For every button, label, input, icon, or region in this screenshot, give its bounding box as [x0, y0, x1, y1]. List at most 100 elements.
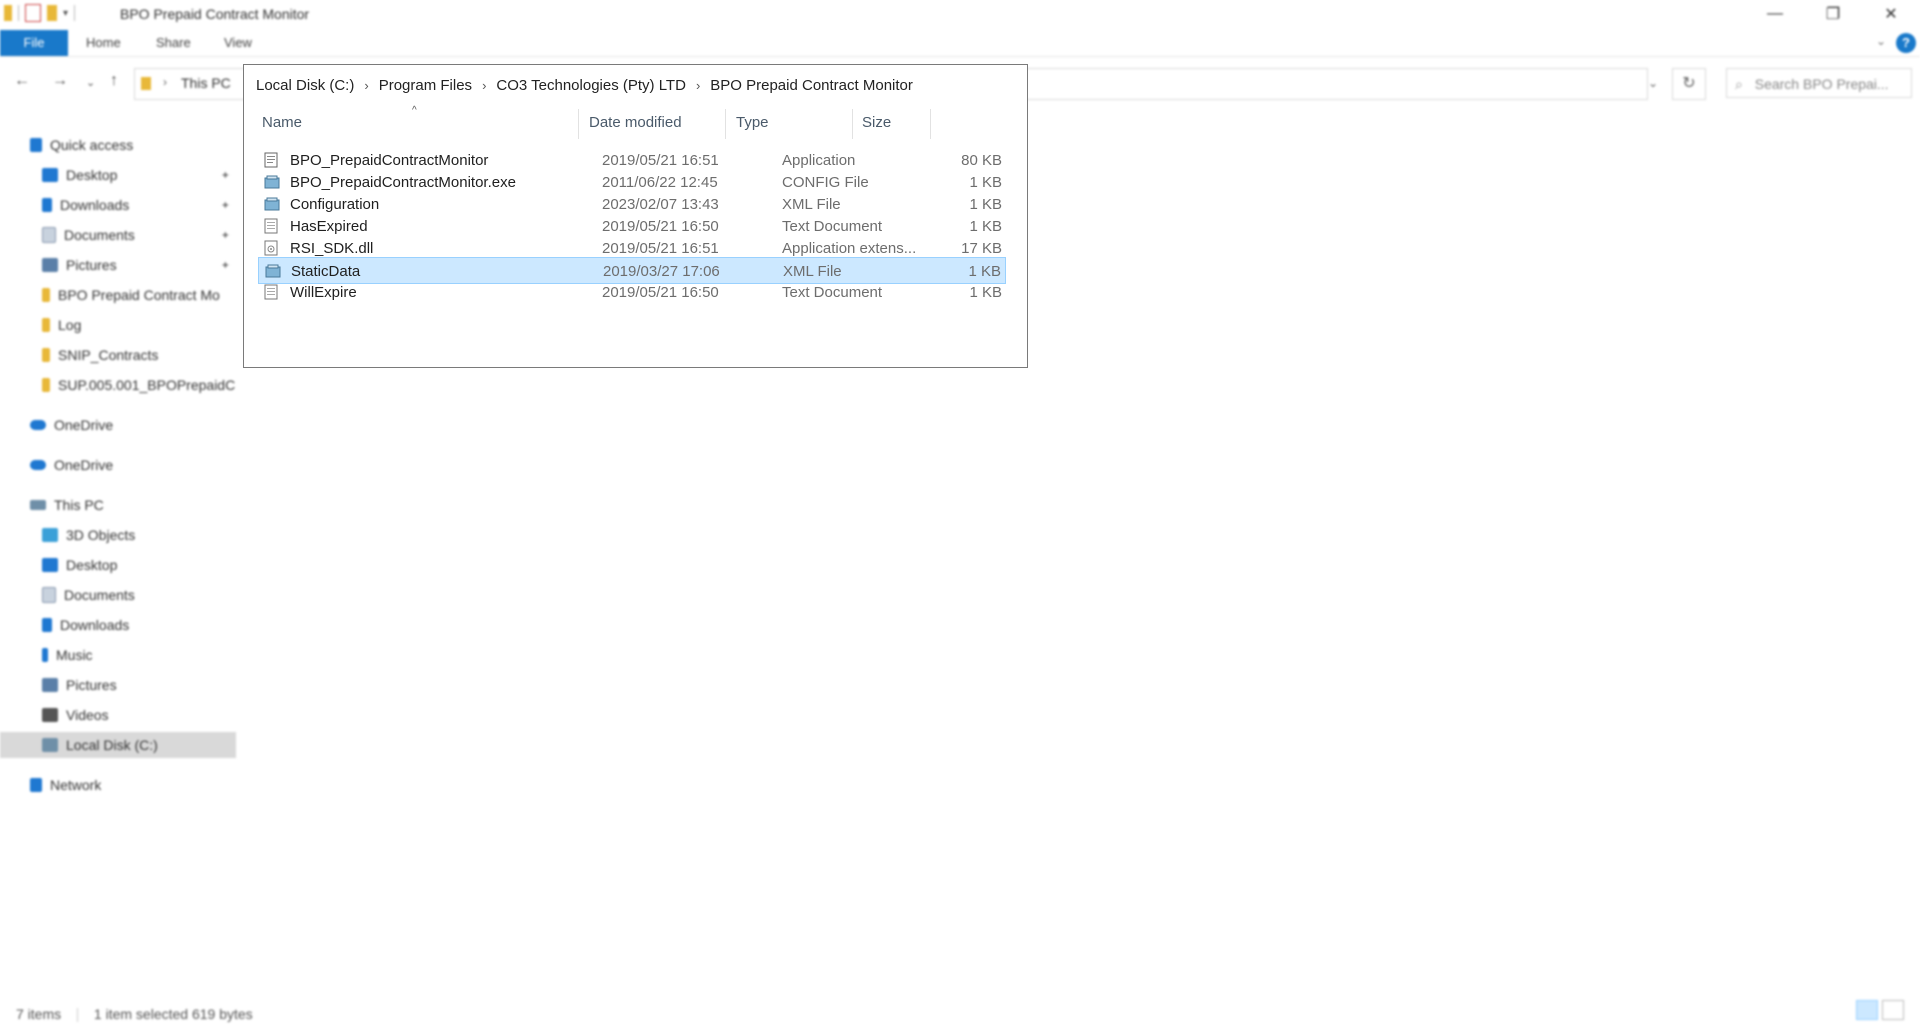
documents-icon	[42, 227, 56, 243]
recent-locations-icon[interactable]: ⌄	[86, 76, 95, 89]
refresh-button[interactable]: ↻	[1672, 68, 1706, 100]
download-icon	[42, 618, 52, 632]
search-input[interactable]: ⌕ Search BPO Prepai...	[1726, 68, 1912, 98]
search-icon: ⌕	[1735, 76, 1743, 92]
column-divider[interactable]	[725, 109, 726, 139]
large-icons-view-icon[interactable]	[1882, 1000, 1904, 1020]
sidebar-item-label: BPO Prepaid Contract Mo	[58, 287, 220, 303]
breadcrumb-chevron-icon[interactable]: ›	[364, 78, 368, 93]
sidebar-item-label: Downloads	[60, 617, 130, 633]
sidebar-item-network[interactable]: Network	[30, 772, 101, 798]
column-header-date[interactable]: Date modified	[589, 109, 719, 137]
file-name: BPO_PrepaidContractMonitor	[290, 152, 489, 169]
column-divider[interactable]	[930, 109, 931, 139]
3d-objects-icon	[42, 528, 58, 542]
new-folder-icon[interactable]	[47, 5, 57, 21]
file-row[interactable]: WillExpire 2019/05/21 16:50 Text Documen…	[258, 279, 1006, 306]
file-type: XML File	[782, 196, 841, 213]
breadcrumb-co3-technologies[interactable]: CO3 Technologies (Pty) LTD	[496, 77, 686, 94]
sidebar-item-this-pc[interactable]: This PC	[30, 492, 104, 518]
breadcrumb-local-disk[interactable]: Local Disk (C:)	[256, 77, 354, 94]
sidebar-item-onedrive-2[interactable]: OneDrive	[30, 452, 113, 478]
xml-file-icon	[265, 263, 281, 279]
expand-ribbon-icon[interactable]: ⌄	[1876, 34, 1886, 48]
sidebar-item-music[interactable]: Music	[42, 642, 236, 668]
column-divider[interactable]	[852, 109, 853, 139]
column-header-name[interactable]: Name	[262, 109, 522, 137]
sidebar-item-onedrive[interactable]: OneDrive	[30, 412, 113, 438]
title-bar: ▾ BPO Prepaid Contract Monitor — ❐ ✕	[0, 0, 1920, 28]
file-name: HasExpired	[290, 218, 368, 235]
cloud-icon	[30, 460, 46, 470]
status-bar: 7 items 1 item selected 619 bytes	[16, 1006, 253, 1023]
sidebar-item-log[interactable]: Log	[42, 312, 236, 338]
item-count: 7 items	[16, 1006, 62, 1022]
breadcrumb-program-files[interactable]: Program Files	[379, 77, 472, 94]
file-type: Text Document	[782, 284, 883, 301]
sidebar-item-desktop[interactable]: Desktop	[42, 552, 236, 578]
tab-share[interactable]: Share	[142, 30, 205, 56]
view-switcher	[1856, 1000, 1904, 1020]
forward-arrow-icon[interactable]: →	[52, 72, 68, 90]
properties-icon[interactable]	[25, 4, 41, 22]
file-date: 2023/02/07 13:43	[602, 196, 719, 213]
sidebar-item-bpo-folder[interactable]: BPO Prepaid Contract Mo	[42, 282, 236, 308]
help-icon[interactable]: ?	[1896, 33, 1916, 53]
cloud-icon	[30, 420, 46, 430]
maximize-button[interactable]: ❐	[1804, 0, 1862, 28]
column-divider[interactable]	[578, 109, 579, 139]
breadcrumb-chevron-icon[interactable]: ›	[482, 78, 486, 93]
toolbar-divider	[18, 5, 19, 21]
desktop-icon	[42, 558, 58, 572]
sidebar-item-3d-objects[interactable]: 3D Objects	[42, 522, 236, 548]
column-header-size[interactable]: Size	[862, 109, 922, 137]
breadcrumb-chevron-icon: ›	[163, 75, 167, 89]
sidebar-item-label: OneDrive	[54, 417, 114, 433]
window-title: BPO Prepaid Contract Monitor	[120, 6, 310, 22]
sidebar-item-documents[interactable]: Documents	[42, 582, 236, 608]
back-arrow-icon[interactable]: ←	[14, 72, 30, 90]
sidebar-item-videos[interactable]: Videos	[42, 702, 236, 728]
file-size: 17 KB	[961, 240, 1002, 257]
sidebar-quick-access[interactable]: Quick access	[30, 132, 133, 158]
close-button[interactable]: ✕	[1862, 0, 1920, 28]
sidebar-item-pictures[interactable]: Pictures	[42, 672, 236, 698]
column-header-type[interactable]: Type	[736, 109, 846, 137]
file-type: Application	[782, 152, 856, 169]
sidebar-item-local-disk[interactable]: Local Disk (C:)	[0, 732, 236, 758]
minimize-button[interactable]: —	[1746, 0, 1804, 28]
details-view-icon[interactable]	[1856, 1000, 1878, 1020]
dll-file-icon	[264, 240, 278, 256]
tab-home[interactable]: Home	[72, 30, 135, 56]
file-size: 1 KB	[969, 284, 1002, 301]
folder-icon	[4, 5, 12, 21]
breadcrumb-chevron-icon[interactable]: ›	[696, 78, 700, 93]
breadcrumb-current-folder[interactable]: BPO Prepaid Contract Monitor	[710, 77, 913, 94]
pin-icon: ✦	[220, 199, 230, 212]
sidebar-item-label: 3D Objects	[66, 527, 136, 543]
address-dropdown-icon[interactable]: ⌄	[1648, 76, 1658, 90]
tab-file[interactable]: File	[0, 30, 68, 56]
sidebar-item-snip-contracts[interactable]: SNIP_Contracts	[42, 342, 236, 368]
file-type: Application extens...	[782, 240, 917, 257]
selection-info: 1 item selected 619 bytes	[93, 1006, 253, 1022]
file-date: 2019/05/21 16:51	[602, 152, 719, 169]
sidebar-item-desktop[interactable]: Desktop ✦	[42, 162, 236, 188]
computer-icon	[30, 500, 46, 510]
pin-icon: ✦	[220, 259, 230, 272]
toolbar-divider	[74, 5, 76, 21]
sidebar-item-label: Videos	[66, 707, 109, 723]
up-arrow-icon[interactable]: ↑	[110, 72, 118, 90]
sidebar-item-downloads[interactable]: Downloads	[42, 612, 236, 638]
sidebar-item-pictures[interactable]: Pictures ✦	[42, 252, 236, 278]
search-placeholder: Search BPO Prepai...	[1754, 76, 1889, 92]
sidebar-item-label: Documents	[64, 227, 135, 243]
customize-toolbar-icon[interactable]: ▾	[63, 8, 68, 19]
sidebar-item-downloads[interactable]: Downloads ✦	[42, 192, 236, 218]
file-size: 80 KB	[961, 152, 1002, 169]
sidebar-item-documents[interactable]: Documents ✦	[42, 222, 236, 248]
breadcrumb-this-pc[interactable]: This PC	[181, 75, 231, 91]
sidebar-item-sup-folder[interactable]: SUP.005.001_BPOPrepaidC	[42, 372, 236, 398]
tab-view[interactable]: View	[210, 30, 266, 56]
file-date: 2011/06/22 12:45	[602, 174, 718, 191]
